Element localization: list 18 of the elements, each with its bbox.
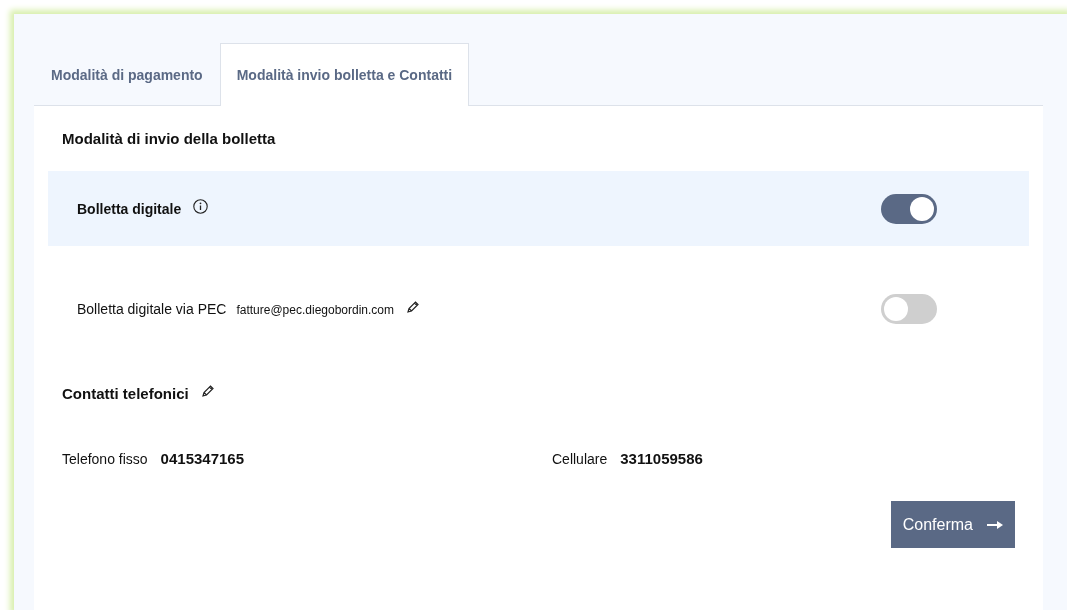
pencil-icon[interactable] [200, 384, 215, 398]
section-title: Contatti telefonici [62, 384, 189, 402]
toggle-switch[interactable] [881, 193, 937, 224]
section-title: Modalità di invio della bolletta [62, 130, 276, 147]
toggle-switch[interactable] [881, 293, 937, 324]
phone-number: 3311059586 [620, 450, 703, 467]
option-label: Bolletta digitale [77, 200, 182, 217]
email-address: fatture@pec.diegobordin.com [236, 302, 395, 317]
pencil-icon[interactable] [406, 299, 421, 314]
option-label: Bolletta digitale via PEC [77, 300, 227, 317]
phone-label: Telefono fisso [62, 451, 148, 467]
info-icon[interactable] [193, 199, 209, 214]
tab[interactable]: Modalità di pagamento [34, 43, 220, 105]
confirm-button[interactable]: Conferma [890, 501, 1015, 548]
tab[interactable]: Modalità invio bolletta e Contatti [219, 43, 470, 106]
phone-label: Cellulare [552, 451, 608, 467]
arrow-right-icon [987, 519, 1003, 530]
phone-number: 0415347165 [160, 450, 245, 467]
